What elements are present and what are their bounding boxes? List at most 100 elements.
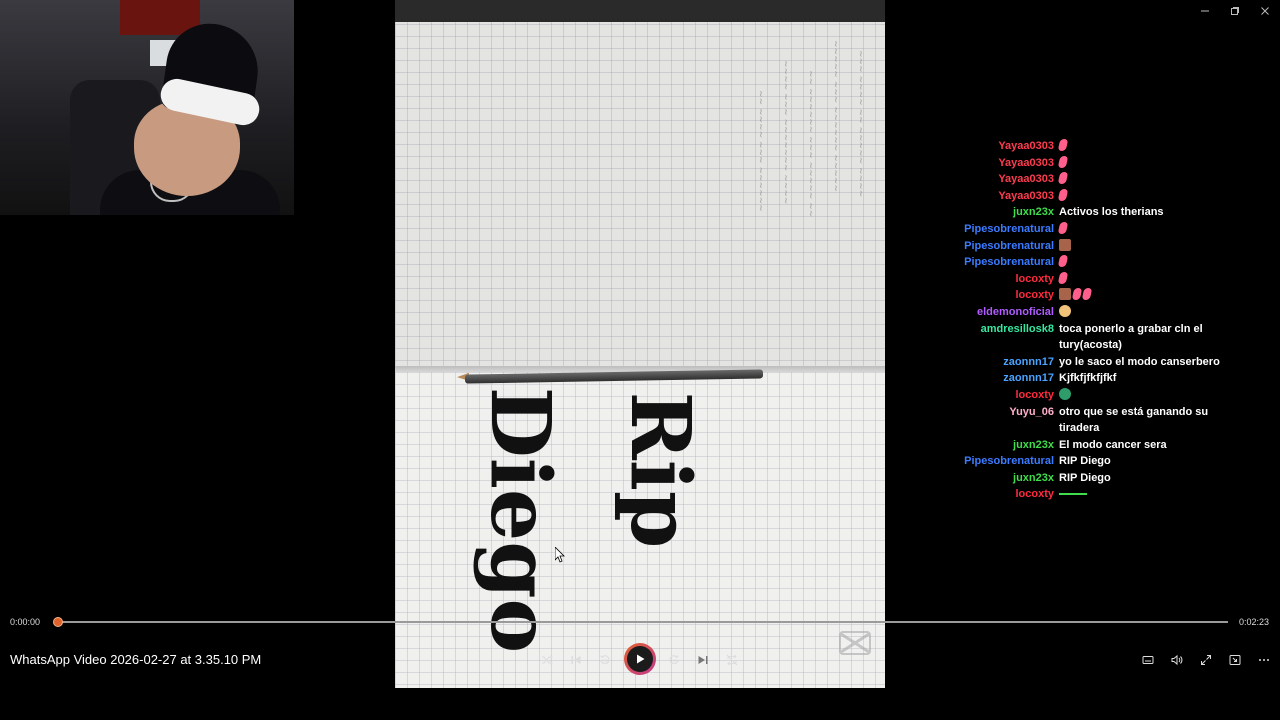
forward-30-button[interactable]: 30 [660,648,688,672]
stream-chat-overlay: Yayaa0303 Yayaa0303 Yayaa0303 Yayaa0303 juxn… [950,138,1220,503]
chat-username[interactable]: Yayaa0303 [950,138,1059,155]
chat-message-body: yo le saco el modo canserbero [1059,354,1220,371]
play-icon [637,654,645,664]
chat-username[interactable]: locoxty [950,486,1059,503]
chat-message-body [1059,486,1220,503]
emote-pink-icon [1057,221,1069,234]
chat-username[interactable]: Pipesobrenatural [950,238,1059,255]
chat-username[interactable]: Yayaa0303 [950,171,1059,188]
rewind-10-button[interactable]: 10 [591,648,619,672]
chat-username[interactable]: Yayaa0303 [950,155,1059,172]
chat-message-body: RIP Diego [1059,453,1220,470]
overlay-text-rip: Rip [612,391,708,549]
handwriting: ~~~~ ~~~ ~~~~~~~ ~~~~ [780,60,790,205]
seek-bar-area: 0:00:00 0:02:23 [0,610,1280,634]
current-time: 0:00:00 [10,617,41,627]
chat-username[interactable]: zaonnn17 [950,354,1059,371]
more-options-button[interactable] [1250,648,1278,672]
chat-username[interactable]: juxn23x [950,470,1059,487]
chat-message: Yayaa0303 [950,171,1220,188]
chat-message: locoxty [950,287,1220,304]
chat-message: Yayaa0303 [950,188,1220,205]
volume-icon [1171,654,1183,666]
rewind-10-icon: 10 [600,655,610,665]
chat-message: locoxty [950,486,1220,503]
minimize-icon[interactable] [1190,0,1220,22]
chat-message: Pipesobrenatural RIP Diego [950,453,1220,470]
chat-message-body: El modo cancer sera [1059,437,1220,454]
chat-message: locoxty [950,271,1220,288]
chat-username[interactable]: locoxty [950,271,1059,288]
chat-message-body [1057,221,1220,238]
miniplayer-button[interactable] [1221,648,1249,672]
chat-message-body [1059,387,1220,404]
webcam-overlay [0,0,294,215]
chat-username[interactable]: Yuyu_06 [950,404,1059,437]
chat-username[interactable]: Pipesobrenatural [950,453,1059,470]
emote-pink-icon [1057,188,1069,201]
chat-message-body [1057,155,1220,172]
chat-username[interactable]: amdresillosk8 [950,321,1059,354]
chat-message-text: RIP Diego [1059,471,1111,484]
chat-message-body: RIP Diego [1059,470,1220,487]
fullscreen-button[interactable] [1192,648,1220,672]
seek-track[interactable] [57,621,1228,623]
emote-line-icon [1059,493,1087,496]
chat-message-text: RIP Diego [1059,455,1111,468]
video-title: WhatsApp Video 2026-02-27 at 3.35.10 PM [10,652,262,667]
handwriting: ~~ ~~~~~~ ~~~ ~~~~~ ~~ [805,70,815,218]
captions-button[interactable] [1134,648,1162,672]
chat-message-body: Kjfkfjfkfjfkf [1059,370,1220,387]
title-bar [0,0,1280,22]
chat-message-body [1057,188,1220,205]
chat-username[interactable]: juxn23x [950,204,1059,221]
chat-message-body: Activos los therians [1059,204,1220,221]
chat-username[interactable]: juxn23x [950,437,1059,454]
chat-username[interactable]: eldemonoficial [950,304,1059,321]
chat-message-body: toca ponerlo a grabar cln el tury(acosta… [1059,321,1220,354]
chat-message: zaonnn17 yo le saco el modo canserbero [950,354,1220,371]
chat-message-text: toca ponerlo a grabar cln el tury(acosta… [1059,322,1203,352]
chat-username[interactable]: Pipesobrenatural [950,254,1059,271]
svg-text:30: 30 [671,659,677,665]
handwriting: ~~~~~ ~~~ ~~~~~~ ~~~~~ [830,40,840,192]
chat-message-body [1059,238,1220,255]
previous-button[interactable] [562,648,590,672]
handwriting: ~~~ ~~~~ ~~ ~~~~~ ~~~~ [855,50,865,198]
shuffle-icon [542,655,553,665]
play-button[interactable] [624,643,656,675]
chat-message-body [1059,287,1220,304]
chat-message: locoxty [950,387,1220,404]
bottom-strip [0,688,1280,720]
chat-message-body [1057,271,1220,288]
chat-username[interactable]: locoxty [950,387,1059,404]
restore-icon[interactable] [1220,0,1250,22]
captions-icon [1142,656,1154,664]
handwriting: ~~ ~~~~ ~~~ ~~~~~~ [755,90,765,212]
chat-message-body [1057,138,1220,155]
chat-message: Pipesobrenatural [950,238,1220,255]
chat-username[interactable]: Pipesobrenatural [950,221,1059,238]
chat-message-text: El modo cancer sera [1059,438,1167,451]
close-icon[interactable] [1250,0,1280,22]
chat-message: Pipesobrenatural [950,221,1220,238]
chat-message: juxn23x Activos los therians [950,204,1220,221]
player-control-bar: WhatsApp Video 2026-02-27 at 3.35.10 PM … [0,638,1280,688]
next-button[interactable] [689,648,717,672]
chat-message-text: Kjfkfjfkfjfkf [1059,372,1117,385]
shuffle-button[interactable] [533,648,561,672]
chat-message: eldemonoficial [950,304,1220,321]
window-controls [1190,0,1280,22]
notebook-video-content: ~~~ ~~~~ ~~ ~~~~~ ~~~~ ~~~~~ ~~~ ~~~~~~ … [395,0,885,688]
repeat-off-button[interactable] [718,648,746,672]
chat-message: amdresillosk8 toca ponerlo a grabar cln e… [950,321,1220,354]
seek-thumb[interactable] [53,617,63,627]
chat-message-text: Activos los therians [1059,206,1164,219]
emote-pink-icon [1057,271,1069,284]
volume-button[interactable] [1163,648,1191,672]
chat-username[interactable]: Yayaa0303 [950,188,1059,205]
forward-30-icon: 30 [669,655,679,665]
chat-username[interactable]: zaonnn17 [950,370,1059,387]
video-frame[interactable]: ~~~ ~~~~ ~~ ~~~~~ ~~~~ ~~~~~ ~~~ ~~~~~~ … [0,0,1280,688]
chat-username[interactable]: locoxty [950,287,1059,304]
